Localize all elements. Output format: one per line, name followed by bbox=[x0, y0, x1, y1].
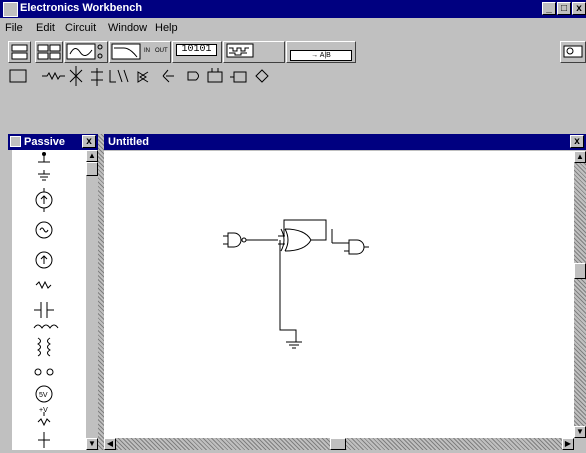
menu-circuit[interactable]: Circuit bbox=[65, 22, 96, 34]
logic-analyzer-icon bbox=[226, 43, 254, 58]
circuit-scroll-right-button[interactable]: ▶ bbox=[562, 438, 574, 450]
menu-edit[interactable]: Edit bbox=[36, 22, 55, 34]
minimize-button[interactable]: _ bbox=[542, 2, 556, 15]
new-button[interactable] bbox=[8, 41, 31, 63]
circuit-horizontal-scrollbar[interactable]: ◀ ▶ bbox=[104, 438, 574, 450]
menu-window[interactable]: Window bbox=[108, 22, 147, 34]
parts-bin-header: Passive x bbox=[8, 134, 98, 150]
parts-list[interactable]: 5V +V bbox=[12, 150, 86, 450]
circuit-scroll-up-button[interactable]: ▲ bbox=[574, 151, 586, 163]
circuit-scroll-down-button[interactable]: ▼ bbox=[574, 426, 586, 438]
ground-symbol[interactable] bbox=[286, 341, 302, 349]
multimeter-icon bbox=[37, 44, 61, 60]
circuit-vertical-scrollbar[interactable]: ▲ ▼ bbox=[574, 151, 586, 438]
passive-parts-icons: 5V +V bbox=[33, 152, 59, 448]
oscilloscope-icon bbox=[66, 43, 103, 60]
parts-scroll-up-button[interactable]: ▲ bbox=[86, 150, 98, 162]
logic-converter-button[interactable]: → A|B bbox=[286, 41, 356, 63]
menu-file[interactable]: File bbox=[5, 22, 23, 34]
oscilloscope-button[interactable] bbox=[64, 41, 108, 63]
circuit-window-close-button[interactable]: x bbox=[570, 135, 584, 148]
logic-converter-display: → A|B bbox=[290, 50, 352, 61]
circuit-window-title: Untitled bbox=[108, 136, 149, 148]
title-bar: Electronics Workbench _ □ x bbox=[0, 0, 586, 18]
circuit-vscroll-thumb[interactable] bbox=[574, 263, 586, 279]
circuit-schematic bbox=[223, 219, 369, 349]
circuit-scroll-left-button[interactable]: ◀ bbox=[104, 438, 116, 450]
vcc-label: +V bbox=[39, 407, 48, 414]
maximize-button[interactable]: □ bbox=[557, 2, 571, 15]
parts-bin-close-button[interactable]: x bbox=[82, 135, 96, 148]
parts-bin-toolbar-icons[interactable] bbox=[8, 66, 388, 88]
nand-gate[interactable] bbox=[223, 232, 247, 248]
circuit-window-header: Untitled x bbox=[104, 134, 586, 150]
bode-out-label: OUT bbox=[155, 48, 168, 54]
and-gate[interactable] bbox=[348, 239, 369, 255]
battery-label: 5V bbox=[39, 392, 48, 399]
parts-bin-icon bbox=[10, 136, 21, 147]
parts-bin-title: Passive bbox=[24, 136, 65, 148]
multimeter-button[interactable] bbox=[35, 41, 63, 63]
parts-scroll-down-button[interactable]: ▼ bbox=[86, 438, 98, 450]
word-generator-display: 10101 bbox=[176, 44, 217, 56]
xor-gate[interactable] bbox=[280, 228, 316, 252]
circuit-canvas[interactable] bbox=[104, 151, 574, 438]
close-button[interactable]: x bbox=[572, 2, 586, 15]
menu-help[interactable]: Help bbox=[155, 22, 178, 34]
app-icon[interactable] bbox=[3, 2, 18, 17]
parts-bin-window: Passive x 5V +V ▲ ▼ bbox=[8, 134, 98, 450]
bode-plotter-button[interactable]: IN OUT bbox=[109, 41, 171, 63]
circuit-window: Untitled x ▲ ▼ ◀ ▶ bbox=[104, 134, 586, 450]
new-icon bbox=[11, 44, 28, 60]
power-switch-button[interactable] bbox=[560, 41, 586, 63]
window-title: Electronics Workbench bbox=[20, 2, 143, 14]
word-generator-button[interactable]: 10101 bbox=[172, 41, 222, 63]
power-switch-icon bbox=[563, 45, 583, 58]
menu-bar: File Edit Circuit Window Help bbox=[0, 19, 586, 37]
circuit-hscroll-thumb[interactable] bbox=[330, 438, 346, 450]
logic-analyzer-button[interactable] bbox=[223, 41, 285, 63]
parts-bin-scrollbar[interactable]: ▲ ▼ bbox=[86, 150, 98, 450]
bode-in-label: IN bbox=[144, 48, 150, 54]
parts-scroll-thumb[interactable] bbox=[86, 162, 98, 176]
